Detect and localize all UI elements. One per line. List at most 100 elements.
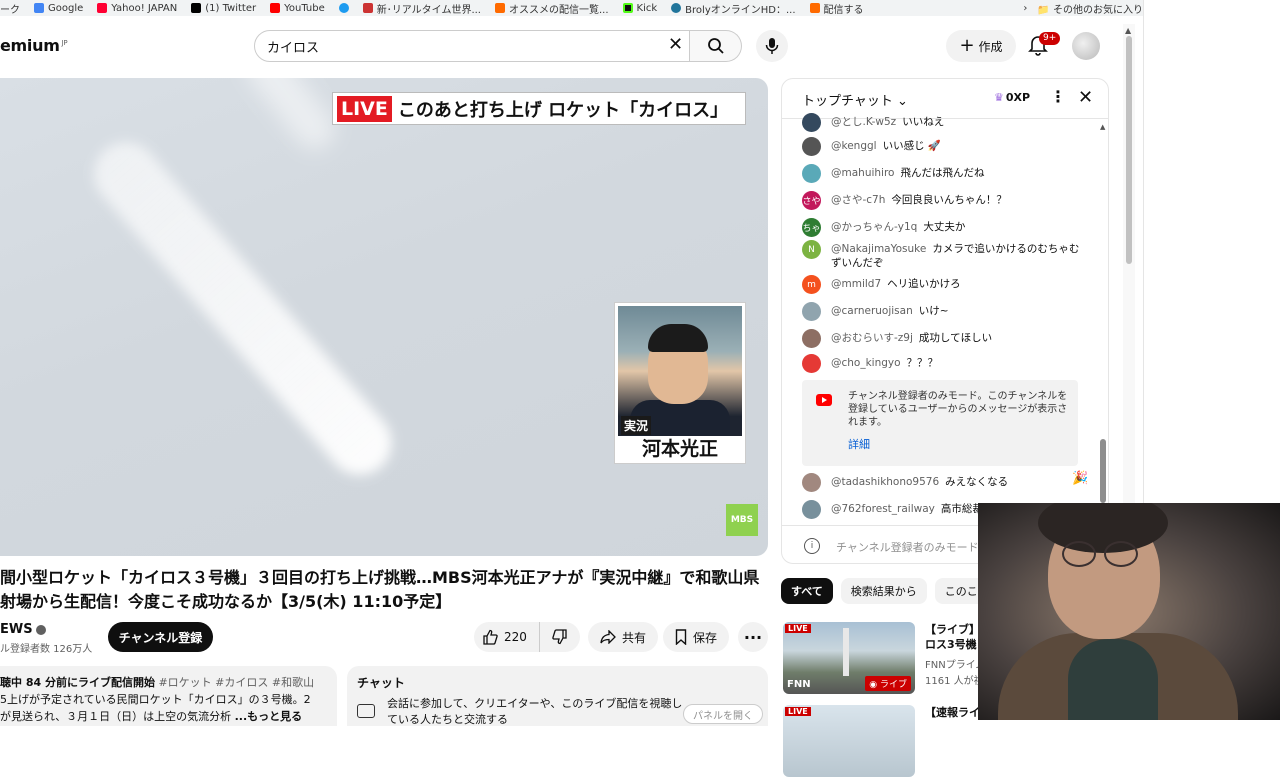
avatar[interactable]: ちゃ xyxy=(802,218,821,237)
chat-message[interactable]: @cho_kingyo ？？？ xyxy=(802,354,1082,378)
xp-badge[interactable]: ♛ 0XP xyxy=(994,91,1030,104)
chip-all[interactable]: すべて xyxy=(781,578,833,604)
more-actions-button[interactable]: ··· xyxy=(738,622,768,652)
chat-author[interactable]: @NakajimaYosuke xyxy=(831,243,926,255)
chat-scrollbar[interactable] xyxy=(1100,439,1106,503)
recommendation-thumbnail[interactable]: LIVE FNN ◉ ライブ xyxy=(783,622,915,694)
bookmark-google[interactable]: Google xyxy=(34,3,83,14)
avatar[interactable]: さや xyxy=(802,191,821,210)
account-avatar[interactable] xyxy=(1072,32,1100,60)
bookmark-yahoo[interactable]: Yahoo! JAPAN xyxy=(97,3,177,14)
search-button[interactable] xyxy=(690,30,742,62)
avatar[interactable] xyxy=(802,137,821,156)
close-icon[interactable]: ✕ xyxy=(668,36,683,54)
bookmark-osusume[interactable]: オススメの配信一覧... xyxy=(495,1,609,16)
chevron-right-icon[interactable]: › xyxy=(1023,3,1027,14)
avatar[interactable] xyxy=(802,354,821,373)
chat-message[interactable]: N @NakajimaYosuke カメラで追いかけるのむちゃむずいんだぞ xyxy=(802,240,1082,269)
show-more-link[interactable]: ...もっと見る xyxy=(235,710,303,723)
create-button[interactable]: + 作成 xyxy=(946,30,1016,62)
chat-author[interactable]: @かっちゃん-y1q xyxy=(831,221,917,233)
chat-message[interactable]: @mahuihiro 飛んだは飛んだね xyxy=(802,164,1082,188)
live-tag: LIVE xyxy=(337,95,392,122)
avatar[interactable]: N xyxy=(802,240,821,259)
avatar[interactable] xyxy=(802,329,821,348)
bookmark-kick[interactable]: Kick xyxy=(622,3,657,14)
recommendation-item[interactable]: LIVE 【速報ライ xyxy=(783,705,983,777)
bookmark-realtime[interactable]: 新･リアルタイム世界... xyxy=(362,1,481,16)
bookmark-haishin[interactable]: 配信する xyxy=(809,1,864,16)
open-panel-button[interactable]: パネルを開く xyxy=(683,704,763,724)
chat-message[interactable]: さや @さや-c7h 今回良良いんちゃん！？ xyxy=(802,191,1082,215)
chat-mode-dropdown[interactable]: トップチャット ⌄ xyxy=(802,90,908,109)
chat-author[interactable]: @とし.K-w5z xyxy=(831,116,896,128)
bookmark-twitter[interactable]: (1) Twitter xyxy=(191,3,256,14)
avatar[interactable] xyxy=(802,473,821,492)
chat-author[interactable]: @carneruojisan xyxy=(831,305,913,317)
bookmark-youtube[interactable]: YouTube xyxy=(270,3,325,14)
scroll-up-arrow-icon[interactable]: ▲ xyxy=(1125,26,1131,35)
description-box[interactable]: 聴中 84 分前にライブ配信開始 #ロケット #カイロス #和歌山 5上げが予定… xyxy=(0,666,337,726)
avatar[interactable] xyxy=(802,302,821,321)
chat-message[interactable]: @kenggl いい感じ 🚀 xyxy=(802,137,1082,161)
bookmark-twitter-bird[interactable] xyxy=(338,3,349,13)
subscribe-button[interactable]: チャンネル登録 xyxy=(108,622,213,652)
chat-message[interactable]: @とし.K-w5z いいねえ xyxy=(802,113,1082,137)
wordpress-icon xyxy=(671,3,682,13)
recommendation-thumbnail[interactable]: LIVE xyxy=(783,705,915,777)
avatar[interactable] xyxy=(802,164,821,183)
chat-message[interactable]: @tadashikhono9576 みえなくなる xyxy=(802,473,1082,497)
chat-text: みえなくなる xyxy=(945,476,1009,488)
description-line: 5上げが予定されている民間ロケット「カイロス」の３号機。2 xyxy=(0,693,311,706)
close-chat-button[interactable]: ✕ xyxy=(1078,87,1093,108)
chat-message[interactable]: m @mmild7 ヘリ追いかけろ xyxy=(802,275,1082,299)
live-chat: トップチャット ⌄ ♛ 0XP ⋮ ✕ ▲ @とし.K-w5z いいねえ @kengg… xyxy=(781,78,1109,564)
kick-icon xyxy=(622,3,633,13)
chat-author[interactable]: @tadashikhono9576 xyxy=(831,476,939,488)
yahoo-icon xyxy=(97,3,108,13)
like-button[interactable]: 220 xyxy=(474,622,540,652)
chat-author[interactable]: @おむらいす-z9j xyxy=(831,332,913,344)
live-overlay-badge: ◉ ライブ xyxy=(865,676,911,691)
chat-scroll-up-icon[interactable]: ▲ xyxy=(1100,123,1105,131)
chat-message[interactable]: @おむらいす-z9j 成功してほしい xyxy=(802,329,1082,353)
chip-from-search[interactable]: 検索結果から xyxy=(840,578,927,604)
bookmark-broly[interactable]: BrolyオンラインHD：... xyxy=(671,1,796,16)
verified-icon xyxy=(35,624,46,635)
recommendation-viewers: 1161 人が視 xyxy=(925,676,984,687)
chat-author[interactable]: @kenggl xyxy=(831,140,877,152)
bookmark-icon xyxy=(675,629,687,645)
avatar[interactable] xyxy=(802,113,821,132)
more-vert-icon[interactable]: ⋮ xyxy=(1050,87,1066,106)
save-button[interactable]: 保存 xyxy=(663,622,730,652)
recommendation-channel[interactable]: FNNプライム xyxy=(925,656,986,671)
channel-name[interactable]: EWS xyxy=(0,622,46,637)
chat-bubble-icon xyxy=(357,704,375,718)
chat-author[interactable]: @mmild7 xyxy=(831,278,881,290)
bookmark-0[interactable]: ーク xyxy=(0,1,20,16)
recommendation-item[interactable]: LIVE FNN ◉ ライブ 【ライブ】 ロス3号機 FNNプライム 1161 人… xyxy=(783,622,986,694)
chat-text: いいねえ xyxy=(902,116,945,128)
chat-author[interactable]: @cho_kingyo xyxy=(831,357,901,369)
avatar[interactable]: m xyxy=(802,275,821,294)
chat-message[interactable]: @carneruojisan いけ~ xyxy=(802,302,1082,326)
search-input[interactable]: カイロス xyxy=(254,30,690,62)
chat-message[interactable]: ちゃ @かっちゃん-y1q 大丈夫か xyxy=(802,218,1082,242)
recommendation-title[interactable]: 【ライブ】 ロス3号機 xyxy=(925,622,980,652)
recommendation-title[interactable]: 【速報ライ xyxy=(925,705,980,720)
x-icon xyxy=(191,3,202,13)
chat-author[interactable]: @mahuihiro xyxy=(831,167,894,179)
announcer-name: 河本光正 xyxy=(641,438,718,460)
details-link[interactable]: 詳細 xyxy=(848,438,870,451)
youtube-logo[interactable]: emium JP xyxy=(0,36,68,55)
dislike-button[interactable] xyxy=(540,629,580,645)
hashtags[interactable]: #ロケット #カイロス #和歌山 xyxy=(158,676,314,689)
other-bookmarks[interactable]: 📁 その他のお気に入り xyxy=(1037,1,1143,16)
page-scrollbar-thumb[interactable] xyxy=(1126,36,1132,264)
avatar[interactable] xyxy=(802,500,821,519)
share-button[interactable]: 共有 xyxy=(588,622,659,652)
chat-author[interactable]: @さや-c7h xyxy=(831,194,885,206)
chat-author[interactable]: @762forest_railway xyxy=(831,503,935,515)
voice-search-button[interactable] xyxy=(756,30,788,62)
video-player[interactable]: LIVE このあと打ち上げ ロケット「カイロス」 実況 河本光正 MBS xyxy=(0,78,768,556)
